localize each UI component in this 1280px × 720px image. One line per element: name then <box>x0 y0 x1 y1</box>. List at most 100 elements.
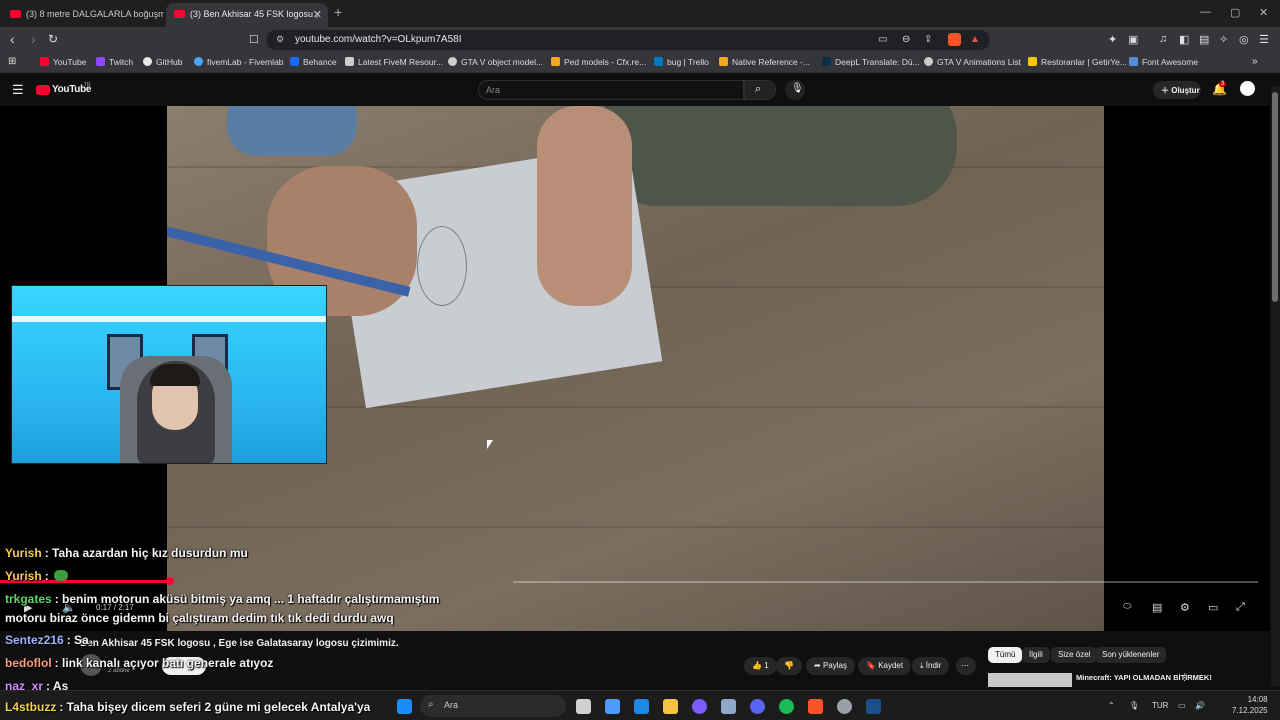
theater-mode-icon[interactable]: ▭ <box>1208 601 1218 614</box>
chip-recent[interactable]: Son yüklenenler <box>1095 647 1167 663</box>
voice-search-button[interactable]: 🎙 <box>785 80 805 100</box>
new-tab-icon[interactable]: + <box>334 4 342 20</box>
subtitles-icon[interactable]: ▤ <box>1152 601 1162 614</box>
site-info-icon[interactable]: ⚙ <box>276 34 284 45</box>
media-icon[interactable]: ♫ <box>1159 33 1167 45</box>
menu-icon[interactable]: ☰ <box>1259 33 1269 46</box>
volume-tray-icon[interactable]: 🔊 <box>1195 701 1205 710</box>
taskbar-search[interactable]: ⌕ Ara <box>420 695 566 717</box>
search-input[interactable]: Ara <box>478 80 744 100</box>
network-icon[interactable]: ▭ <box>1178 701 1186 710</box>
save-button[interactable]: 🔖 Kaydet <box>858 657 912 675</box>
maximize-icon[interactable]: ▢ <box>1230 6 1240 19</box>
copilot-icon[interactable] <box>605 699 620 714</box>
fullscreen-icon[interactable]: ⤢ <box>1236 601 1245 614</box>
create-button[interactable]: ＋ Oluştur <box>1153 81 1201 99</box>
task-view-icon[interactable] <box>576 699 591 714</box>
like-button[interactable]: 👍 1 <box>744 657 777 675</box>
settings-gear-icon[interactable]: ⚙ <box>1180 601 1190 614</box>
region-code: TR <box>84 82 91 88</box>
screenshot-icon[interactable]: ▣ <box>1128 33 1138 46</box>
windows-start-icon[interactable] <box>397 699 412 714</box>
wallet-icon[interactable]: ▤ <box>1199 33 1209 46</box>
avatar[interactable] <box>1240 81 1255 96</box>
discord-icon[interactable] <box>750 699 765 714</box>
steam-icon[interactable] <box>866 699 881 714</box>
autoplay-toggle[interactable]: ⬭ <box>1123 601 1132 612</box>
file-explorer-icon[interactable] <box>663 699 678 714</box>
more-actions-button[interactable]: ⋯ <box>956 657 976 675</box>
youtube-icon <box>40 57 49 66</box>
back-icon[interactable]: ‹ <box>10 31 15 47</box>
bookmark-item[interactable]: Restoranlar | GetirYe... <box>1028 57 1127 67</box>
tab-dalgalar[interactable]: (3) 8 metre DALGALARLA boğuşmak <box>2 3 164 27</box>
app-icon[interactable] <box>837 699 852 714</box>
youtube-favicon-icon <box>174 10 185 18</box>
tab-akhisar[interactable]: (3) Ben Akhisar 45 FSK logosu , ✕ <box>166 3 328 27</box>
chat-message-continued: motoru biraz önce gidemn bi çalıştıram d… <box>5 611 394 625</box>
vpn-icon[interactable]: ◎ <box>1239 33 1249 46</box>
chat-username: Yurish <box>5 546 42 560</box>
bookmark-item[interactable]: Ped models - Cfx.re... <box>551 57 646 67</box>
share-button[interactable]: ➦ Paylaş <box>806 657 855 675</box>
reload-icon[interactable]: ↻ <box>48 32 58 46</box>
brave-icon[interactable] <box>808 699 823 714</box>
chip-all[interactable]: Tümü <box>988 647 1023 663</box>
spotify-icon[interactable] <box>779 699 794 714</box>
bookmark-item[interactable]: Latest FiveM Resour... <box>345 57 443 67</box>
progress-bar[interactable] <box>513 581 1258 583</box>
bookmark-item[interactable]: fivemLab - Fivemlab <box>194 57 284 67</box>
language-indicator[interactable]: TUR <box>1152 701 1168 710</box>
share-icon[interactable]: ⇪ <box>924 34 932 45</box>
recommended-title[interactable]: Minecraft: YAPI OLMADAN BİTİRMEK! <box>1076 673 1212 682</box>
chip-related[interactable]: İlgili <box>1022 647 1050 663</box>
store-icon[interactable] <box>634 699 649 714</box>
forward-icon[interactable]: › <box>31 31 36 47</box>
brave-rewards-icon[interactable]: ▲ <box>970 34 980 45</box>
more-vert-icon[interactable]: ⋮ <box>1180 672 1189 683</box>
close-window-icon[interactable]: ✕ <box>1259 6 1268 19</box>
video-title: Ben Akhisar 45 FSK logosu , Ege ise Gala… <box>80 638 399 649</box>
app-icon[interactable] <box>721 699 736 714</box>
thumbs-down-icon: 👎 <box>784 661 794 670</box>
zoom-icon[interactable]: ⊖ <box>902 34 910 45</box>
youtube-logo-icon[interactable] <box>36 85 50 95</box>
search-button[interactable]: ⌕ <box>744 80 776 100</box>
leo-ai-icon[interactable]: ✧ <box>1219 33 1228 46</box>
hamburger-menu-icon[interactable]: ☰ <box>12 82 24 98</box>
chat-username: trkgates <box>5 592 52 606</box>
bookmark-item[interactable]: GTA V object model... <box>448 57 543 67</box>
tray-chevron-icon[interactable]: ⌃ <box>1108 701 1115 710</box>
bookmark-icon[interactable]: ☐ <box>249 33 259 46</box>
brave-shield-icon[interactable] <box>948 33 961 46</box>
dislike-button[interactable]: 👎 <box>776 657 802 675</box>
bookmark-item[interactable]: GTA V Animations List <box>924 57 1021 67</box>
bookmark-item[interactable]: GitHub <box>143 57 182 67</box>
app-icon[interactable] <box>692 699 707 714</box>
bookmark-item[interactable]: YouTube <box>40 57 86 67</box>
close-tab-icon[interactable]: ✕ <box>313 8 322 21</box>
bookmark-item[interactable]: DeepL Translate: Dü... <box>822 57 920 67</box>
bookmark-item[interactable]: bug | Trello <box>654 57 709 67</box>
extensions-icon[interactable]: ✦ <box>1108 33 1117 46</box>
globe-icon <box>924 57 933 66</box>
apps-grid-icon[interactable]: ⊞ <box>8 56 16 67</box>
scrollbar-thumb[interactable] <box>1272 92 1278 302</box>
recommended-thumbnail[interactable] <box>988 673 1072 687</box>
bookmark-item[interactable]: Native Reference -... <box>719 57 810 67</box>
microphone-icon[interactable]: 🎙 <box>1129 701 1139 710</box>
bookmark-item[interactable]: Twitch <box>96 57 133 67</box>
system-clock[interactable]: 14:08 7.12.2025 <box>1232 694 1268 716</box>
mic-icon: 🎙 <box>791 83 804 94</box>
chat-message: L4stbuzz: Taha bişey dicem seferi 2 güne… <box>5 700 370 714</box>
download-button[interactable]: ⤓ İndir <box>912 657 950 675</box>
sidebar-icon[interactable]: ◧ <box>1179 33 1189 46</box>
cast-icon[interactable]: ▭ <box>878 34 887 45</box>
more-bookmarks-icon[interactable]: » <box>1252 56 1258 67</box>
bookmark-item[interactable]: Behance <box>290 57 337 67</box>
url-text[interactable]: youtube.com/watch?v=OLkpum7A58I <box>295 34 461 45</box>
bookmark-item[interactable]: Font Awesome <box>1129 57 1198 67</box>
chip-for-you[interactable]: Size özel <box>1051 647 1098 663</box>
minimize-icon[interactable]: — <box>1200 6 1211 18</box>
progress-scrubber[interactable] <box>166 577 174 585</box>
